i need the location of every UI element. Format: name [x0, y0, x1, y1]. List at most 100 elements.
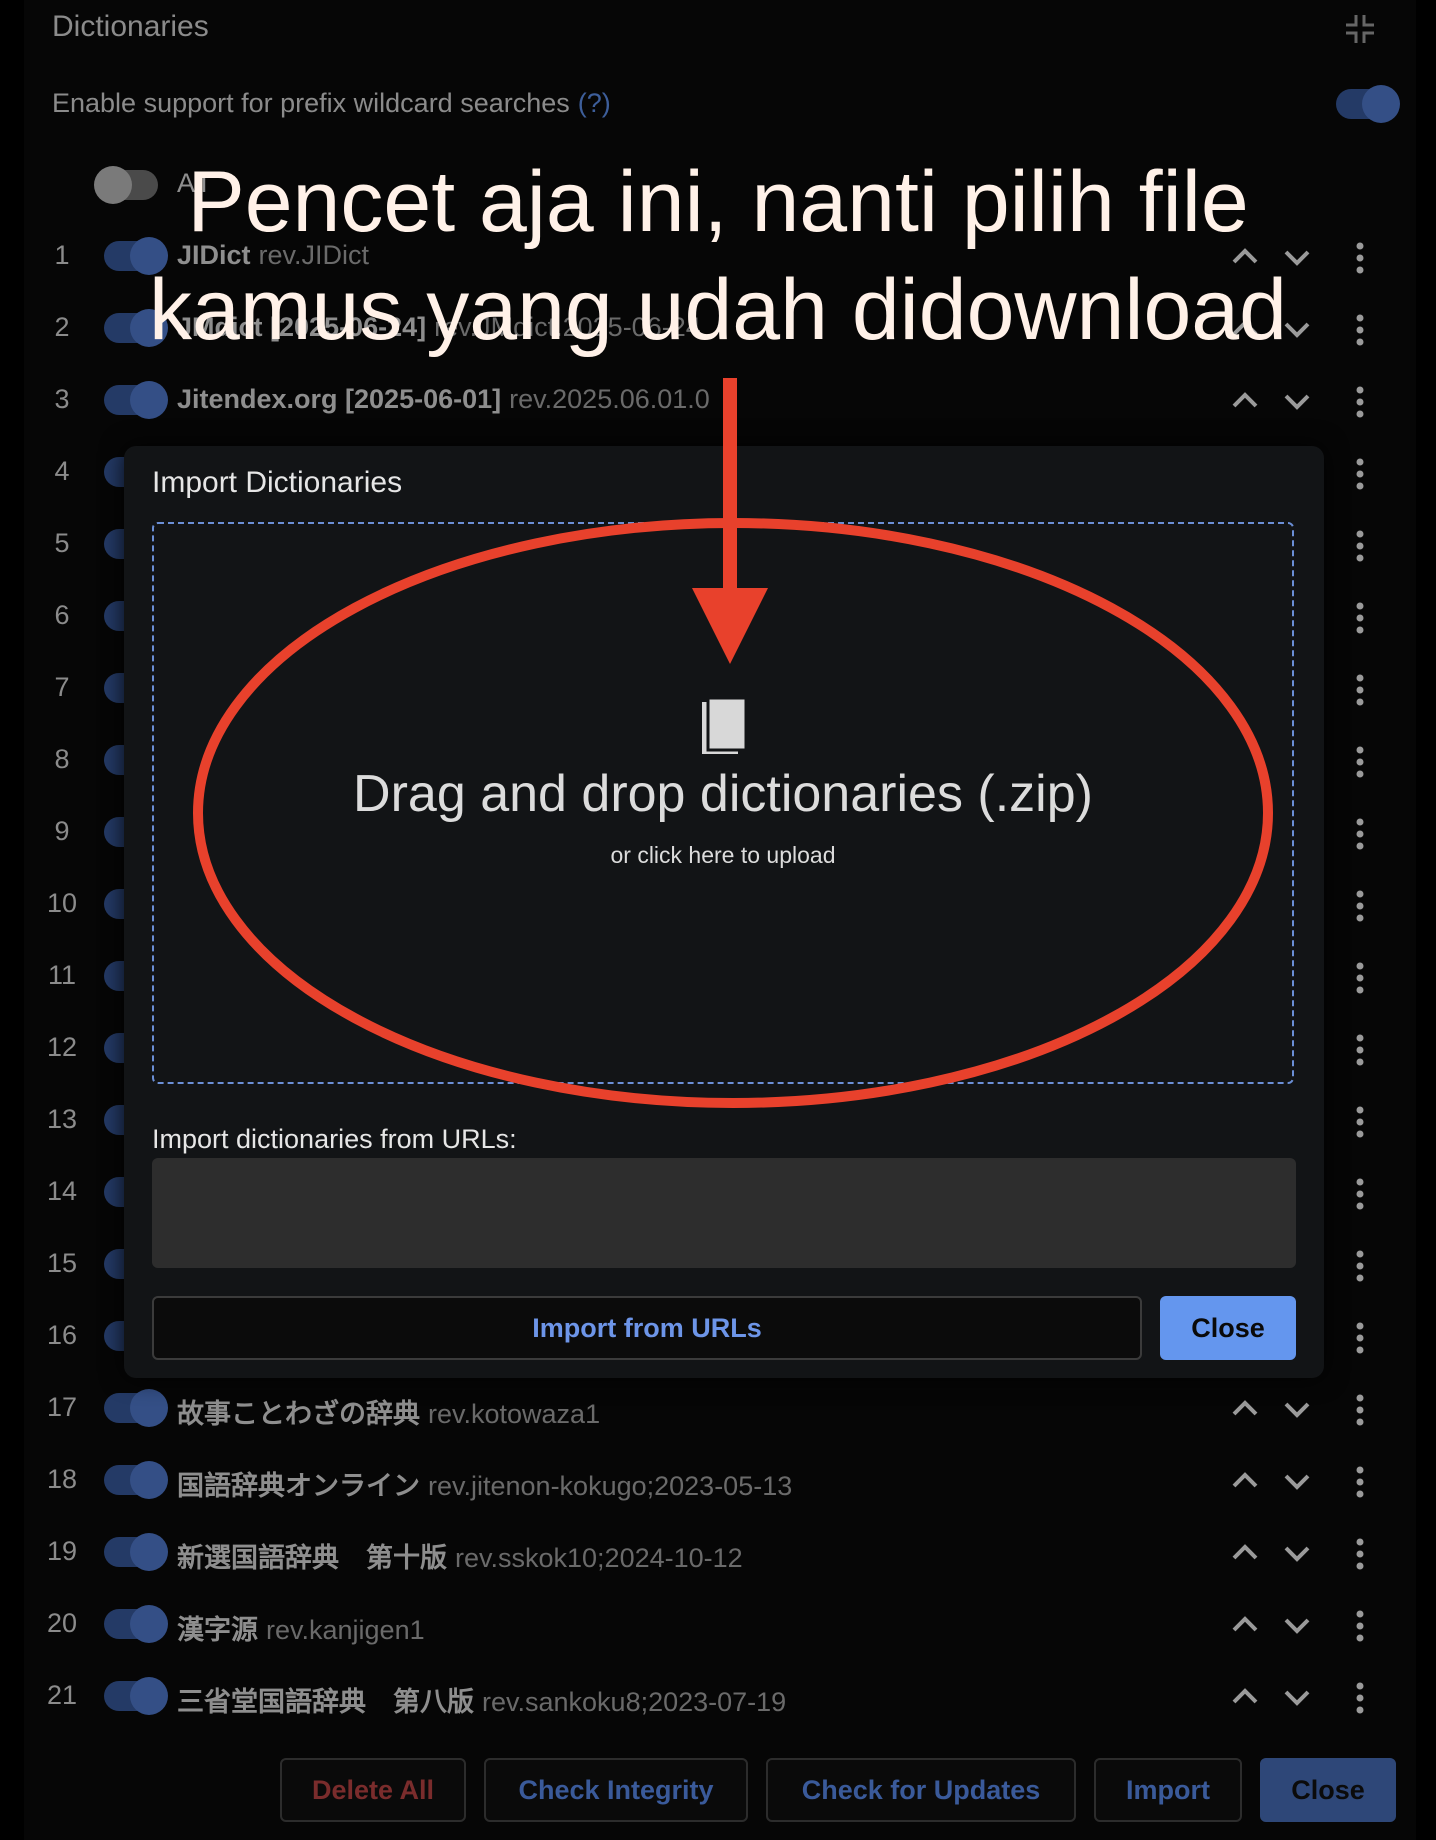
- more-options-icon[interactable]: [1348, 598, 1372, 638]
- more-options-icon[interactable]: [1348, 670, 1372, 710]
- url-import-input[interactable]: [152, 1158, 1296, 1268]
- dictionary-row: 18 国語辞典オンライン rev.jitenon-kokugo;2023-05-13: [0, 1460, 1436, 1502]
- toggle-knob: [130, 1461, 168, 1499]
- dictionary-enable-toggle[interactable]: [104, 237, 168, 275]
- move-down-icon[interactable]: [1282, 1610, 1312, 1640]
- more-options-icon[interactable]: [1348, 1462, 1372, 1502]
- dictionary-name: 国語辞典オンライン: [177, 1471, 420, 1501]
- more-options-icon[interactable]: [1348, 1102, 1372, 1142]
- dictionary-row: 20 漢字源 rev.kanjigen1: [0, 1604, 1436, 1646]
- panel-title: Dictionaries: [52, 10, 209, 43]
- toggle-knob: [94, 166, 132, 204]
- collapse-icon[interactable]: [1343, 12, 1377, 46]
- dictionary-index: 19: [46, 1536, 78, 1566]
- dropzone-subtitle: or click here to upload: [610, 842, 836, 868]
- move-up-icon[interactable]: [1230, 386, 1260, 416]
- more-options-icon[interactable]: [1348, 526, 1372, 566]
- move-up-icon[interactable]: [1230, 1610, 1260, 1640]
- dictionary-index: 3: [54, 384, 70, 414]
- dictionary-name: 漢字源: [177, 1615, 258, 1645]
- more-options-icon[interactable]: [1348, 958, 1372, 998]
- dictionary-row: 3 Jitendex.org [2025-06-01] rev.2025.06.01…: [0, 380, 1436, 420]
- import-from-urls-button[interactable]: Import from URLs: [152, 1296, 1142, 1360]
- move-down-icon[interactable]: [1282, 1466, 1312, 1496]
- toggle-knob: [130, 1605, 168, 1643]
- dictionary-dropzone[interactable]: Drag and drop dictionaries (.zip) or cli…: [152, 522, 1294, 1084]
- more-options-icon[interactable]: [1348, 1174, 1372, 1214]
- more-options-icon[interactable]: [1348, 454, 1372, 494]
- move-up-icon[interactable]: [1230, 1466, 1260, 1496]
- more-options-icon[interactable]: [1348, 1678, 1372, 1718]
- dictionary-revision: rev.JIDict: [258, 240, 370, 270]
- dictionary-enable-toggle[interactable]: [104, 1677, 168, 1715]
- toggle-knob: [130, 1533, 168, 1571]
- dictionary-index: 21: [46, 1680, 78, 1710]
- move-down-icon[interactable]: [1282, 1538, 1312, 1568]
- dictionary-label: Jitendex.org [2025-06-01] rev.2025.06.01.…: [177, 384, 710, 415]
- move-up-icon[interactable]: [1230, 1682, 1260, 1712]
- toggle-knob: [1362, 85, 1400, 123]
- dictionary-revision: rev.jitenon-kokugo;2023-05-13: [428, 1471, 793, 1501]
- dictionary-enable-toggle[interactable]: [104, 1461, 168, 1499]
- move-up-icon[interactable]: [1230, 1538, 1260, 1568]
- dictionary-index: 8: [54, 744, 70, 774]
- dictionary-revision: rev.kanjigen1: [266, 1615, 425, 1645]
- modal-close-button[interactable]: Close: [1160, 1296, 1296, 1360]
- more-options-icon[interactable]: [1348, 814, 1372, 854]
- dictionary-index: 1: [54, 240, 70, 270]
- more-options-icon[interactable]: [1348, 1390, 1372, 1430]
- dictionary-enable-toggle[interactable]: [104, 381, 168, 419]
- toggle-knob: [130, 1389, 168, 1427]
- more-options-icon[interactable]: [1348, 1246, 1372, 1286]
- dictionary-revision: rev.kotowaza1: [428, 1399, 601, 1429]
- more-options-icon[interactable]: [1348, 310, 1372, 350]
- all-toggle-label: All: [177, 168, 208, 198]
- dictionary-index: 9: [54, 816, 70, 846]
- move-up-icon[interactable]: [1230, 242, 1260, 272]
- url-import-label: Import dictionaries from URLs:: [152, 1124, 517, 1154]
- toggle-knob: [130, 309, 168, 347]
- move-down-icon[interactable]: [1282, 314, 1312, 344]
- dictionary-name: JIDict: [177, 240, 251, 270]
- dictionary-index: 4: [54, 456, 70, 486]
- check-integrity-button[interactable]: Check Integrity: [484, 1758, 748, 1822]
- dictionary-revision: rev.2025.06.01.0: [509, 384, 710, 414]
- check-updates-button[interactable]: Check for Updates: [766, 1758, 1076, 1822]
- dictionary-enable-toggle[interactable]: [104, 1605, 168, 1643]
- dictionary-index: 10: [46, 888, 78, 918]
- dictionary-index: 18: [46, 1464, 78, 1494]
- dictionary-index: 5: [54, 528, 70, 558]
- more-options-icon[interactable]: [1348, 238, 1372, 278]
- dictionary-enable-toggle[interactable]: [104, 309, 168, 347]
- more-options-icon[interactable]: [1348, 742, 1372, 782]
- move-down-icon[interactable]: [1282, 1682, 1312, 1712]
- help-link[interactable]: (?): [578, 88, 611, 118]
- import-dictionaries-modal: Import Dictionaries Drag and drop dictio…: [124, 446, 1324, 1378]
- dictionary-index: 16: [46, 1320, 78, 1350]
- dictionary-name: JMdict [2025-06-24]: [177, 312, 427, 342]
- move-down-icon[interactable]: [1282, 386, 1312, 416]
- move-up-icon[interactable]: [1230, 314, 1260, 344]
- move-up-icon[interactable]: [1230, 1394, 1260, 1424]
- more-options-icon[interactable]: [1348, 1030, 1372, 1070]
- toggle-knob: [130, 1677, 168, 1715]
- close-button[interactable]: Close: [1260, 1758, 1396, 1822]
- dictionary-enable-toggle[interactable]: [104, 1533, 168, 1571]
- dictionary-index: 12: [46, 1032, 78, 1062]
- more-options-icon[interactable]: [1348, 886, 1372, 926]
- dictionary-enable-toggle[interactable]: [104, 1389, 168, 1427]
- more-options-icon[interactable]: [1348, 1534, 1372, 1574]
- dictionary-name: 故事ことわざの辞典: [177, 1399, 420, 1429]
- all-dictionaries-toggle[interactable]: [94, 166, 158, 204]
- delete-all-button[interactable]: Delete All: [280, 1758, 466, 1822]
- dictionary-row: 21 三省堂国語辞典 第八版 rev.sankoku8;2023-07-19: [0, 1676, 1436, 1718]
- import-button[interactable]: Import: [1094, 1758, 1242, 1822]
- more-options-icon[interactable]: [1348, 382, 1372, 422]
- dictionary-label: JMdict [2025-06-24] rev.JMdict.2025-06-24: [177, 312, 701, 343]
- prefix-wildcard-toggle[interactable]: [1336, 85, 1400, 123]
- move-down-icon[interactable]: [1282, 242, 1312, 272]
- book-icon: [702, 696, 748, 754]
- move-down-icon[interactable]: [1282, 1394, 1312, 1424]
- more-options-icon[interactable]: [1348, 1318, 1372, 1358]
- more-options-icon[interactable]: [1348, 1606, 1372, 1646]
